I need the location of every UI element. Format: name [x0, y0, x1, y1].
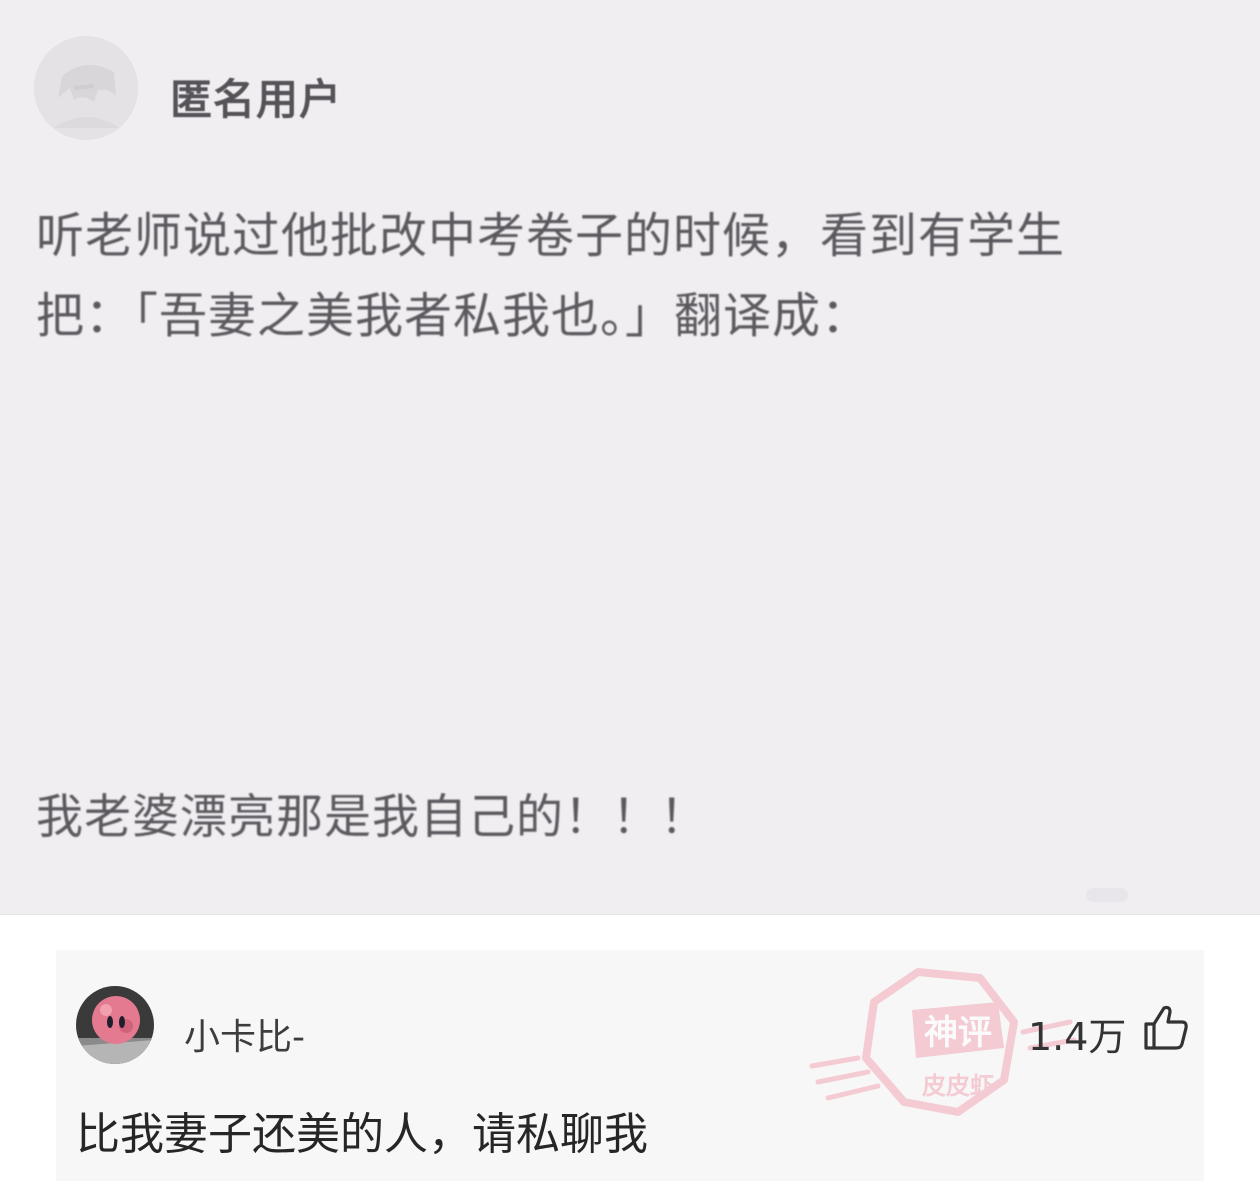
top-comment-card: 小卡比- 神评 皮皮虾 1.4万 比我妻子还美的人，请私聊我 [56, 950, 1204, 1181]
watermark-icon [1086, 888, 1128, 902]
anonymous-avatar-icon [34, 36, 138, 140]
thumbs-up-icon-svg [1144, 1005, 1188, 1050]
post-username: 匿名用户 [170, 75, 343, 124]
like-count: 1.4万 [1028, 1015, 1127, 1059]
post-text-line-1: 听老师说过他批改中考卷子的时候，看到有学生 [36, 208, 1066, 264]
thumbs-up-icon[interactable] [1140, 1002, 1190, 1052]
commenter-avatar[interactable] [76, 986, 154, 1064]
post-answer-text: 我老婆漂亮那是我自己的！！！ [36, 790, 708, 845]
stamp-brand: 皮皮虾 [922, 1072, 994, 1100]
anonymous-avatar [34, 36, 138, 140]
stamp-title: 神评 [924, 1013, 992, 1053]
commenter-username[interactable]: 小卡比- [184, 1008, 305, 1060]
kirby-avatar-icon [76, 986, 154, 1064]
comment-text: 比我妻子还美的人，请私聊我 [76, 1109, 648, 1160]
post-text-line-2: 把：「吾妻之美我者私我也。」翻译成： [36, 288, 871, 344]
post-image: 匿名用户 听老师说过他批改中考卷子的时候，看到有学生 把：「吾妻之美我者私我也。… [0, 0, 1260, 915]
